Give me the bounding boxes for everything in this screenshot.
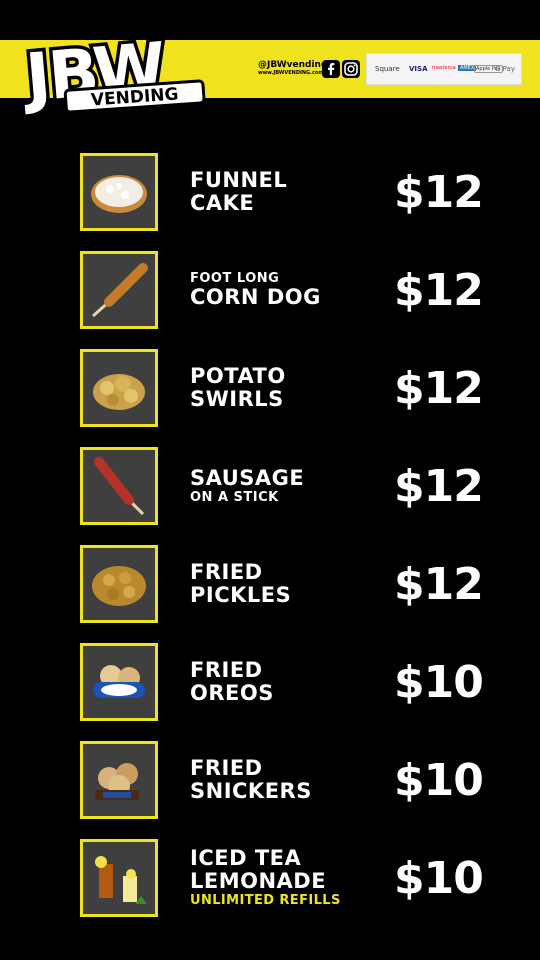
menu-item-fried-oreos: FRIED OREOS $10 bbox=[0, 643, 540, 721]
item-price: $12 bbox=[394, 460, 484, 512]
google-pay-label: G Pay bbox=[495, 65, 515, 73]
item-line: POTATO bbox=[190, 364, 286, 388]
social-handle: @JBWvending www.JBWVENDING.com bbox=[258, 60, 328, 77]
menu-item-sausage: SAUSAGE ON A STICK $12 bbox=[0, 447, 540, 525]
menu-item-drinks: ICED TEA LEMONADE UNLIMITED REFILLS $10 bbox=[0, 839, 540, 917]
item-line: SWIRLS bbox=[190, 387, 284, 411]
potato-swirls-icon bbox=[80, 349, 158, 427]
fried-pickles-icon bbox=[80, 545, 158, 623]
handle-text: @JBWvending bbox=[258, 60, 328, 70]
item-subline: ON A STICK bbox=[190, 490, 279, 505]
fried-oreos-icon bbox=[80, 643, 158, 721]
item-line: SAUSAGE bbox=[190, 466, 305, 490]
item-price: $12 bbox=[394, 362, 484, 414]
item-line: FRIED bbox=[190, 658, 263, 682]
jbw-vending-logo: JBW VENDING bbox=[18, 24, 206, 118]
visa-pay-label: VISA bbox=[409, 65, 428, 73]
item-price: $10 bbox=[394, 852, 484, 904]
item-line: CORN DOG bbox=[190, 285, 321, 309]
menu-item-text: FRIED PICKLES bbox=[190, 545, 291, 623]
item-line: CAKE bbox=[190, 191, 255, 215]
menu-item-text: FOOT LONG CORN DOG bbox=[190, 251, 321, 329]
item-line: SNICKERS bbox=[190, 779, 312, 803]
website-text: www.JBWVENDING.com bbox=[258, 70, 324, 76]
menu-item-corn-dog: FOOT LONG CORN DOG $12 bbox=[0, 251, 540, 329]
facebook-icon[interactable] bbox=[322, 60, 340, 78]
item-price: $12 bbox=[394, 558, 484, 610]
menu-item-text: FUNNEL CAKE bbox=[190, 153, 287, 231]
fried-snickers-icon bbox=[80, 741, 158, 819]
sausage-icon bbox=[80, 447, 158, 525]
corn-dog-icon bbox=[80, 251, 158, 329]
item-price: $10 bbox=[394, 754, 484, 806]
funnel-cake-icon bbox=[80, 153, 158, 231]
menu-item-text: POTATO SWIRLS bbox=[190, 349, 286, 427]
item-line: FRIED bbox=[190, 560, 263, 584]
menu-item-fried-snickers: FRIED SNICKERS $10 bbox=[0, 741, 540, 819]
item-price: $12 bbox=[394, 166, 484, 218]
drinks-icon bbox=[80, 839, 158, 917]
square-pay-label: Square bbox=[375, 65, 400, 73]
item-line: PICKLES bbox=[190, 583, 292, 607]
item-price: $12 bbox=[394, 264, 484, 316]
item-line: FUNNEL bbox=[190, 168, 288, 192]
item-subline: FOOT LONG bbox=[190, 271, 280, 286]
menu-item-text: SAUSAGE ON A STICK bbox=[190, 447, 304, 525]
menu-item-potato-swirls: POTATO SWIRLS $12 bbox=[0, 349, 540, 427]
menu-item-text: FRIED SNICKERS bbox=[190, 741, 312, 819]
menu-item-text: ICED TEA LEMONADE UNLIMITED REFILLS bbox=[190, 839, 341, 917]
menu-item-text: FRIED OREOS bbox=[190, 643, 274, 721]
item-line: ICED TEA bbox=[190, 846, 302, 870]
menu-item-funnel-cake: FUNNEL CAKE $12 bbox=[0, 153, 540, 231]
item-note: UNLIMITED REFILLS bbox=[190, 893, 341, 908]
payment-methods: Square VISA mastercard AMEX Apple Pay G … bbox=[366, 53, 522, 85]
item-line: OREOS bbox=[190, 681, 274, 705]
item-price: $10 bbox=[394, 656, 484, 708]
mastercard-pay-label: mastercard bbox=[432, 65, 456, 71]
instagram-icon[interactable] bbox=[342, 60, 360, 78]
menu-item-fried-pickles: FRIED PICKLES $12 bbox=[0, 545, 540, 623]
item-line: FRIED bbox=[190, 756, 263, 780]
item-line: LEMONADE bbox=[190, 869, 327, 893]
